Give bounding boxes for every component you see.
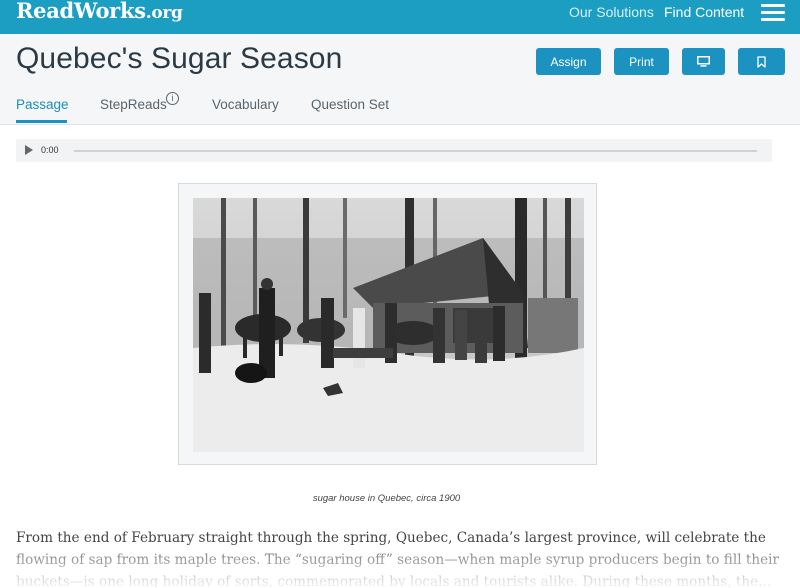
figure-frame: [178, 183, 597, 465]
play-icon[interactable]: [25, 145, 33, 155]
assign-button[interactable]: Assign: [536, 48, 601, 75]
bookmark-icon: [757, 55, 766, 68]
menu-icon[interactable]: [761, 2, 785, 22]
audio-time: 0:00: [41, 145, 59, 155]
tab-question-set[interactable]: Question Set: [311, 97, 389, 112]
top-nav-bar: ReadWorks.org Our Solutions Find Content: [0, 0, 800, 34]
audio-progress-bar[interactable]: [74, 150, 757, 152]
logo-text: ReadWorks: [16, 0, 146, 23]
tab-stepreads[interactable]: StepReads: [100, 97, 167, 112]
audio-player: 0:00: [16, 139, 772, 162]
passage-paragraph: From the end of February straight throug…: [16, 530, 779, 588]
print-button[interactable]: Print: [614, 48, 669, 75]
tab-vocabulary[interactable]: Vocabulary: [212, 97, 279, 112]
active-tab-indicator: [16, 120, 67, 123]
sugar-house-photo: [193, 198, 584, 452]
nav-our-solutions[interactable]: Our Solutions: [569, 4, 654, 20]
info-icon[interactable]: i: [166, 92, 179, 105]
page-title: Quebec's Sugar Season: [16, 42, 343, 75]
nav-find-content[interactable]: Find Content: [664, 4, 744, 20]
monitor-icon: [697, 56, 710, 67]
figure-caption: sugar house in Quebec, circa 1900: [312, 493, 461, 504]
bookmark-button[interactable]: [738, 48, 785, 75]
tab-passage[interactable]: Passage: [16, 97, 69, 112]
logo-suffix: .org: [145, 3, 183, 23]
readworks-logo[interactable]: ReadWorks.org: [16, 0, 183, 23]
present-button[interactable]: [682, 48, 725, 75]
passage-header: Quebec's Sugar Season Assign Print Passa…: [0, 34, 800, 125]
